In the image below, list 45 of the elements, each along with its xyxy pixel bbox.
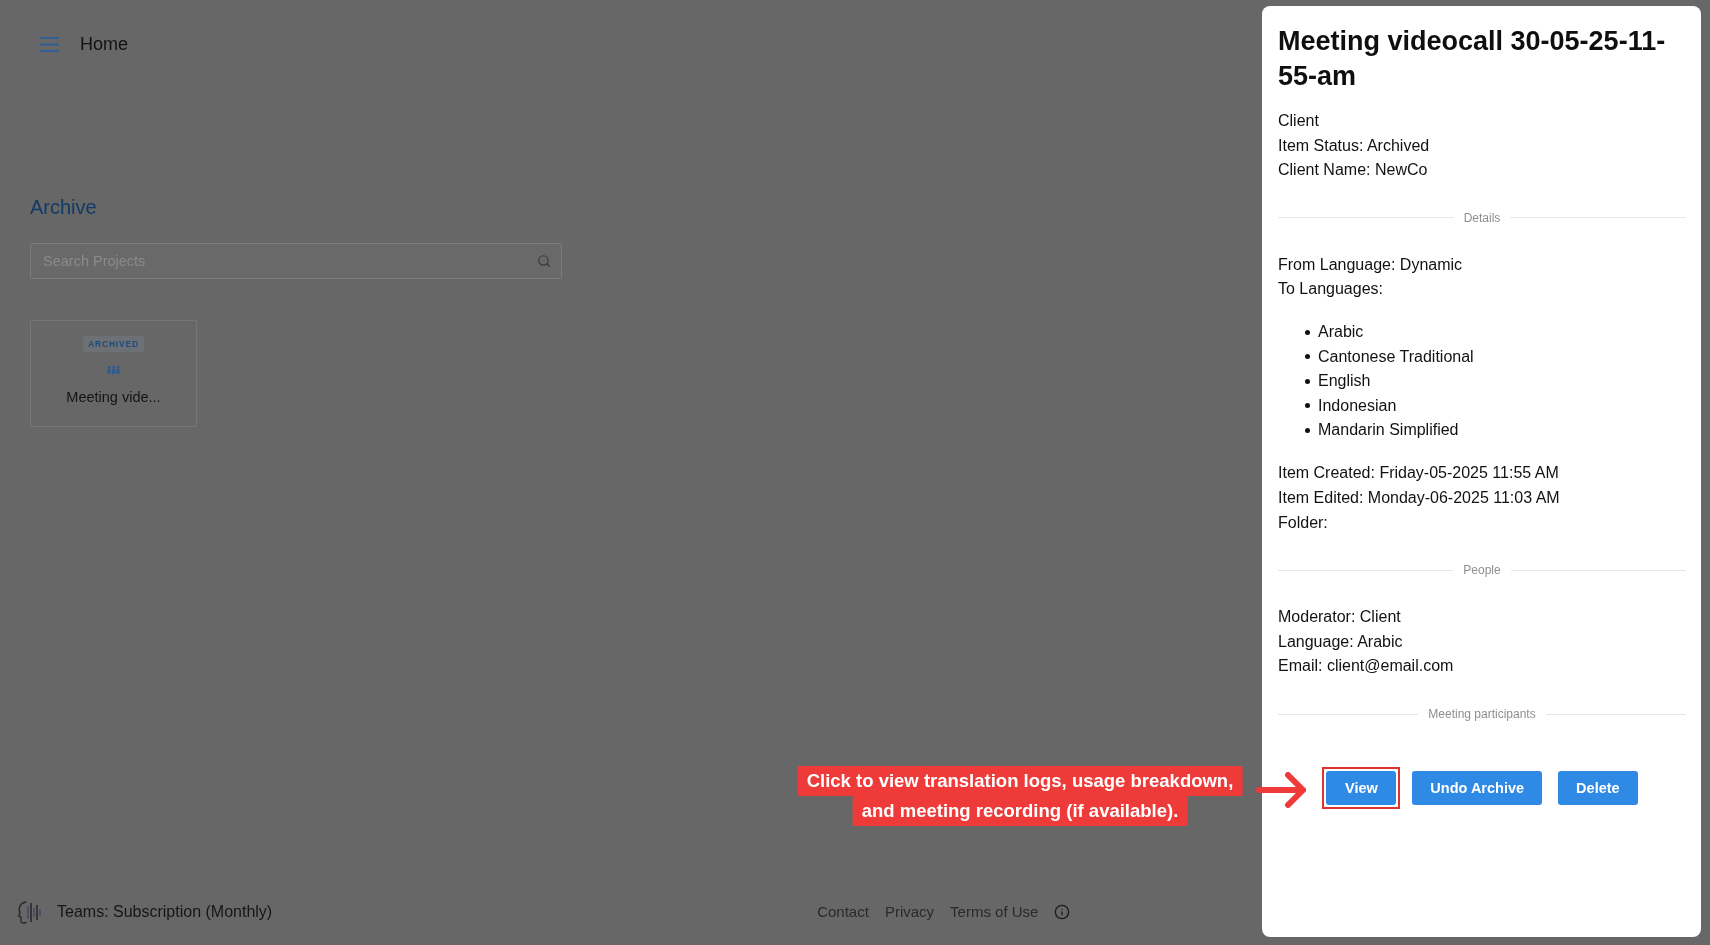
action-button[interactable]: View bbox=[1326, 771, 1397, 806]
list-item-text: Arabic bbox=[1318, 322, 1364, 343]
detail-text: From Language: Dynamic bbox=[1278, 254, 1464, 275]
bullet-icon bbox=[1305, 354, 1310, 360]
page-title: Home bbox=[80, 33, 128, 55]
list-item-text: Cantonese Traditional bbox=[1318, 346, 1474, 367]
search-icon[interactable] bbox=[537, 254, 551, 268]
logo-icon bbox=[17, 899, 44, 925]
footer-link[interactable]: Terms of Use bbox=[950, 903, 1039, 921]
footer-link[interactable]: Privacy bbox=[884, 903, 935, 921]
section-heading: Archive bbox=[30, 195, 97, 219]
detail-text: Language: Arabic bbox=[1278, 631, 1404, 652]
menu-icon[interactable] bbox=[40, 36, 59, 52]
action-button[interactable]: Delete bbox=[1558, 771, 1638, 806]
drawer-title: Meeting videocall 30-05-25-11-55-am bbox=[1278, 25, 1667, 93]
divider-label: Details bbox=[1463, 210, 1501, 225]
info-icon[interactable] bbox=[1054, 904, 1071, 920]
footer-link[interactable]: Contact bbox=[817, 903, 869, 921]
callout-text: Click to view translation logs, usage breakdown, bbox=[797, 766, 1243, 796]
list-item-text: English bbox=[1318, 371, 1371, 392]
detail-text: Email: client@email.com bbox=[1278, 656, 1455, 677]
detail-text: Item Edited: Monday-06-2025 11:03 AM bbox=[1278, 488, 1561, 509]
action-button[interactable]: Undo Archive bbox=[1412, 771, 1543, 806]
bullet-icon bbox=[1305, 427, 1310, 433]
detail-text: Moderator: Client bbox=[1278, 607, 1402, 628]
divider-label: Meeting participants bbox=[1428, 707, 1536, 722]
status-badge: ARCHIVED bbox=[83, 336, 144, 352]
detail-text: Client Name: NewCo bbox=[1278, 160, 1429, 181]
detail-text: Item Status: Archived bbox=[1278, 135, 1431, 156]
list-item-text: Indonesian bbox=[1318, 395, 1397, 416]
arrow-icon bbox=[1256, 772, 1306, 808]
bullet-icon bbox=[1305, 403, 1310, 409]
detail-text: Folder: bbox=[1278, 512, 1329, 533]
plan-label: Teams: Subscription (Monthly) bbox=[57, 902, 273, 922]
list-item-text: Mandarin Simplified bbox=[1318, 420, 1459, 441]
detail-text: To Languages: bbox=[1278, 279, 1384, 300]
detail-text: Client bbox=[1278, 111, 1320, 131]
detail-text: Item Created: Friday-05-2025 11:55 AM bbox=[1278, 463, 1560, 484]
project-card[interactable]: ARCHIVED Meeting vide... bbox=[30, 320, 197, 427]
project-name: Meeting vide... bbox=[66, 388, 161, 406]
divider-label: People bbox=[1463, 563, 1501, 578]
bullet-icon bbox=[1305, 378, 1310, 384]
people-icon bbox=[107, 366, 120, 374]
callout-text: and meeting recording (if available). bbox=[852, 796, 1188, 826]
bullet-icon bbox=[1305, 329, 1310, 335]
